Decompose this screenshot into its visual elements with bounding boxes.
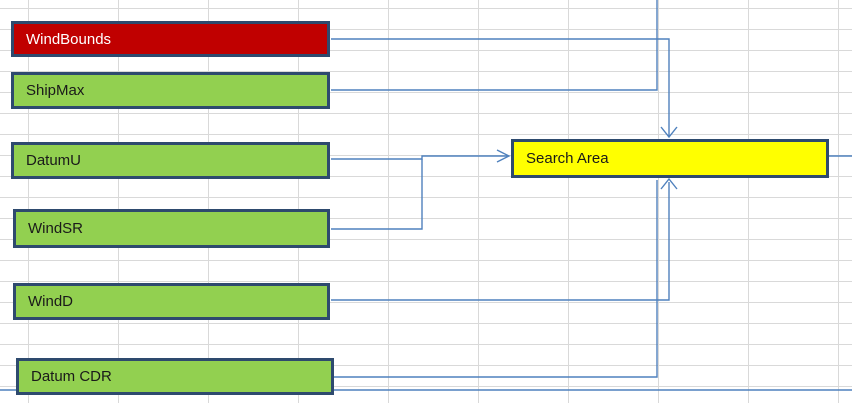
node-windd[interactable]: WindD — [13, 283, 330, 320]
connector-windbounds-to-search-area — [331, 38, 670, 136]
connector-datum-cdr-to-search-area — [334, 180, 658, 378]
node-datum-cdr-label: Datum CDR — [31, 368, 112, 385]
node-search-area[interactable]: Search Area — [511, 139, 829, 178]
node-datum-cdr[interactable]: Datum CDR — [16, 358, 334, 395]
node-windsr[interactable]: WindSR — [13, 209, 330, 248]
connector-windsr-to-datumu-line — [331, 159, 423, 230]
connector-windd-to-search-area — [331, 182, 670, 301]
connector-top-feed-to-shipmax — [331, 0, 658, 91]
node-search-area-label: Search Area — [526, 150, 609, 167]
node-datumu-label: DatumU — [26, 152, 82, 169]
node-windbounds-label: WindBounds — [26, 30, 112, 48]
connector-datumu-to-search-area — [331, 155, 508, 160]
diagram-canvas: WindBounds ShipMax DatumU WindSR WindD D… — [0, 0, 852, 403]
node-shipmax-label: ShipMax — [26, 82, 85, 99]
node-windbounds[interactable]: WindBounds — [11, 21, 330, 57]
node-datumu[interactable]: DatumU — [11, 142, 330, 179]
node-windsr-label: WindSR — [28, 220, 84, 237]
connector-layer — [0, 0, 852, 391]
node-shipmax[interactable]: ShipMax — [11, 72, 330, 109]
node-windd-label: WindD — [28, 293, 74, 310]
